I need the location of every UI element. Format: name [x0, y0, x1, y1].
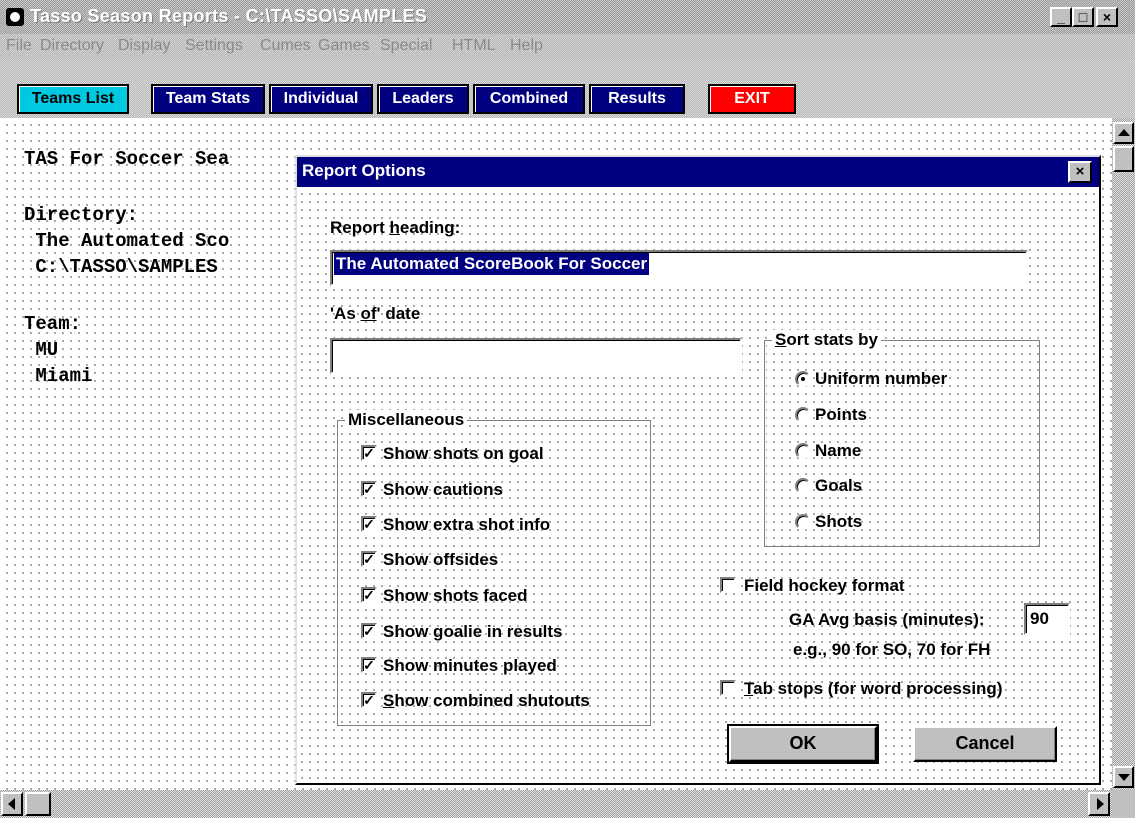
menu-display[interactable]: Display: [118, 37, 170, 55]
sort-shots-label[interactable]: Shots: [815, 512, 862, 532]
sort-uniform-label[interactable]: Uniform number: [815, 369, 947, 389]
horizontal-scroll-thumb[interactable]: [25, 792, 51, 816]
sort-uniform-radio[interactable]: [795, 371, 811, 387]
combined-button[interactable]: Combined: [473, 84, 585, 114]
vertical-scroll-thumb[interactable]: [1113, 146, 1134, 172]
teams-list-button[interactable]: Teams List: [17, 84, 129, 114]
individual-button[interactable]: Individual: [269, 84, 373, 114]
menu-file[interactable]: File: [6, 37, 32, 55]
doc-title-line: TAS For Soccer Sea: [24, 148, 230, 170]
show-offsides-label[interactable]: Show offsides: [383, 550, 498, 570]
arrow-down-icon: [1118, 774, 1130, 781]
scroll-up-button[interactable]: [1113, 122, 1134, 144]
menu-html[interactable]: HTML: [452, 37, 496, 55]
as-of-date-label: 'As of' date: [330, 304, 421, 323]
report-heading-label: Report heading:: [330, 218, 461, 237]
doc-team-1: MU: [24, 339, 59, 361]
scrollbar-corner: [1112, 790, 1135, 818]
show-goalie-in-results-label[interactable]: Show goalie in results: [383, 622, 562, 642]
menu-special[interactable]: Special: [380, 37, 432, 55]
show-combined-shutouts-label[interactable]: Show combined shutouts: [383, 691, 590, 711]
show-shots-faced-checkbox[interactable]: ✓: [361, 587, 377, 603]
sort-points-radio[interactable]: [795, 407, 811, 423]
sort-shots-radio[interactable]: [795, 514, 811, 530]
arrow-left-icon: [8, 798, 15, 810]
window-title: Tasso Season Reports - C:\TASSO\SAMPLES: [30, 6, 428, 26]
miscellaneous-group: [337, 420, 651, 726]
exit-button[interactable]: EXIT: [708, 84, 796, 114]
doc-directory-label: Directory:: [24, 204, 139, 226]
show-combined-shutouts-checkbox[interactable]: ✓: [361, 692, 377, 708]
doc-directory-line2: C:\TASSO\SAMPLES: [24, 256, 218, 278]
sort-goals-radio[interactable]: [795, 478, 811, 494]
show-extra-shot-info-label[interactable]: Show extra shot info: [383, 515, 550, 535]
show-minutes-played-label[interactable]: Show minutes played: [383, 656, 557, 676]
doc-team-label: Team:: [24, 313, 82, 335]
scroll-down-button[interactable]: [1113, 766, 1134, 788]
doc-team-2: Miami: [24, 365, 93, 387]
tab-stops-label[interactable]: Tab stops (for word processing): [744, 679, 1002, 699]
show-minutes-played-checkbox[interactable]: ✓: [361, 657, 377, 673]
menu-games[interactable]: Games: [318, 37, 370, 55]
show-goalie-in-results-checkbox[interactable]: ✓: [361, 623, 377, 639]
cancel-button[interactable]: Cancel: [913, 726, 1057, 762]
scroll-left-button[interactable]: [1, 792, 23, 816]
ga-avg-example: e.g., 90 for SO, 70 for FH: [793, 640, 991, 659]
show-offsides-checkbox[interactable]: ✓: [361, 551, 377, 567]
ga-avg-value: 90: [1030, 609, 1049, 628]
show-shots-on-goal-checkbox[interactable]: ✓: [361, 445, 377, 461]
show-shots-on-goal-label[interactable]: Show shots on goal: [383, 444, 544, 464]
menu-cumes[interactable]: Cumes: [260, 37, 311, 55]
vertical-scrollbar[interactable]: [1112, 118, 1135, 790]
ga-avg-input[interactable]: 90: [1024, 603, 1070, 635]
app-soccer-ball-icon[interactable]: [6, 8, 24, 26]
as-of-date-input[interactable]: [330, 338, 742, 374]
field-hockey-label[interactable]: Field hockey format: [744, 576, 905, 596]
scroll-right-button[interactable]: [1088, 792, 1110, 816]
sort-points-label[interactable]: Points: [815, 405, 867, 425]
sort-goals-label[interactable]: Goals: [815, 476, 862, 496]
minimize-button[interactable]: _: [1050, 7, 1072, 27]
show-extra-shot-info-checkbox[interactable]: ✓: [361, 516, 377, 532]
menu-directory[interactable]: Directory: [40, 37, 104, 55]
horizontal-scrollbar[interactable]: [0, 790, 1112, 818]
menu-settings[interactable]: Settings: [185, 37, 243, 55]
show-cautions-checkbox[interactable]: ✓: [361, 481, 377, 497]
show-shots-faced-label[interactable]: Show shots faced: [383, 586, 528, 606]
team-stats-button[interactable]: Team Stats: [151, 84, 265, 114]
arrow-right-icon: [1097, 798, 1104, 810]
sort-name-radio[interactable]: [795, 443, 811, 459]
menu-help[interactable]: Help: [510, 37, 543, 55]
arrow-up-icon: [1118, 129, 1130, 136]
close-window-button[interactable]: ×: [1096, 7, 1118, 27]
dialog-close-button[interactable]: ×: [1068, 161, 1092, 183]
ga-avg-label: GA Avg basis (minutes):: [789, 610, 985, 629]
dialog-title: Report Options: [302, 161, 426, 180]
doc-directory-line1: The Automated Sco: [24, 230, 230, 252]
leaders-button[interactable]: Leaders: [377, 84, 469, 114]
show-cautions-label[interactable]: Show cautions: [383, 480, 503, 500]
miscellaneous-title: Miscellaneous: [345, 410, 468, 430]
field-hockey-checkbox[interactable]: [720, 577, 736, 593]
ok-button[interactable]: OK: [727, 724, 879, 764]
report-heading-value: The Automated ScoreBook For Soccer: [334, 253, 650, 275]
sort-name-label[interactable]: Name: [815, 441, 861, 461]
results-button[interactable]: Results: [589, 84, 685, 114]
tab-stops-checkbox[interactable]: [720, 680, 736, 696]
sort-stats-title: Sort stats by: [772, 330, 881, 350]
maximize-button[interactable]: □: [1072, 7, 1094, 27]
